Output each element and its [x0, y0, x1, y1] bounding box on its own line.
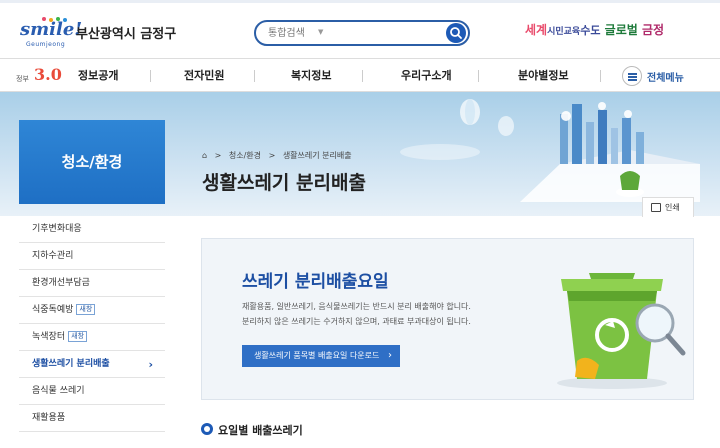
- top-bar: smile! Geumjeong 부산광역시 금정구 ▼ 세계시민교육수도 글로…: [0, 0, 720, 58]
- sidebar-item-label: 기후변화대응: [32, 224, 82, 234]
- print-label: 인쇄: [665, 203, 680, 212]
- description-line: 재활용품, 일반쓰레기, 음식물쓰레기는 반드시 분리 배출해야 합니다.: [242, 302, 471, 311]
- page-title: 생활쓰레기 분리배출: [202, 172, 366, 194]
- hamburger-icon: [622, 66, 642, 86]
- site-logo[interactable]: smile! Geumjeong 부산광역시 금정구: [20, 17, 200, 51]
- search-input[interactable]: [268, 25, 428, 41]
- nav-item-welfare[interactable]: 복지정보: [291, 67, 331, 83]
- sidebar-item-label: 생활쓰레기 분리배출: [32, 359, 110, 369]
- breadcrumb-item[interactable]: 청소/환경: [229, 151, 261, 160]
- info-box: 쓰레기 분리배출요일 재활용품, 일반쓰레기, 음식물쓰레기는 반드시 분리 배…: [201, 238, 694, 400]
- all-menu-label: 전체메뉴: [647, 73, 684, 84]
- sidebar-item-label: 음식물 쓰레기: [32, 386, 85, 396]
- info-box-title: 쓰레기 분리배출요일: [242, 272, 389, 292]
- search-button[interactable]: [446, 23, 466, 43]
- bullet-icon: [201, 423, 213, 435]
- gov30-prefix: 정부: [16, 75, 29, 83]
- nav-separator: [150, 70, 151, 82]
- sidebar-item-climate[interactable]: 기후변화대응: [19, 216, 165, 243]
- slogan-part: 글로벌: [604, 23, 638, 37]
- slogan-part: 시민교육: [547, 27, 581, 37]
- nav-separator: [478, 70, 479, 82]
- sidebar-item-label: 재활용품: [32, 413, 66, 423]
- home-icon[interactable]: ⌂: [202, 151, 207, 160]
- sidebar-item-food-waste[interactable]: 음식물 쓰레기: [19, 378, 165, 405]
- main-nav: 정부 3.0 정보공개 전자민원 복지정보 우리구소개 분야별정보 전체메뉴: [0, 58, 720, 92]
- nav-separator: [254, 70, 255, 82]
- sidebar-item-label: 식중독예방: [32, 305, 74, 315]
- sidebar-item-waste-separation[interactable]: 생활쓰레기 분리배출 ›: [19, 351, 165, 378]
- nav-separator: [600, 70, 601, 82]
- sidebar-item-groundwater[interactable]: 지하수관리: [19, 243, 165, 270]
- search-icon: [450, 27, 462, 39]
- breadcrumb: ⌂ > 청소/환경 > 생활쓰레기 분리배출: [202, 150, 357, 161]
- new-window-badge: 새창: [76, 304, 96, 315]
- sidebar-item-green-market[interactable]: 녹색장터 새창: [19, 324, 165, 351]
- sidebar-item-label: 환경개선부담금: [32, 278, 90, 288]
- sidebar-heading: 청소/환경: [19, 120, 165, 204]
- logo-text: 부산광역시 금정구: [76, 27, 177, 42]
- nav-item-about[interactable]: 우리구소개: [401, 67, 452, 83]
- description-line: 분리하지 않은 쓰레기는 수거하지 않으며, 과태료 부과대상이 됩니다.: [242, 317, 471, 326]
- recycle-bin-illustration: [557, 273, 686, 389]
- search-dropdown-icon[interactable]: ▼: [318, 28, 323, 36]
- nav-separator: [362, 70, 363, 82]
- sidebar-menu: 기후변화대응 지하수관리 환경개선부담금 식중독예방 새창 녹색장터 새창 생활쓰레…: [19, 216, 165, 448]
- slogan-part: 금정: [641, 23, 665, 37]
- download-button[interactable]: 생활쓰레기 품목별 배출요일 다운로드 ›: [242, 345, 400, 367]
- breadcrumb-item[interactable]: 생활쓰레기 분리배출: [283, 151, 352, 160]
- printer-icon: [651, 203, 661, 212]
- breadcrumb-separator: >: [214, 151, 222, 160]
- section-heading-text: 요일별 배출쓰레기: [218, 424, 303, 437]
- logo-script: smile!: [20, 19, 83, 40]
- sidebar-item-food-poisoning[interactable]: 식중독예방 새창: [19, 297, 165, 324]
- gov30-badge: 정부 3.0: [16, 65, 76, 87]
- slogan-part: 수도: [580, 24, 601, 37]
- logo-subtitle: Geumjeong: [26, 41, 66, 48]
- gov30-number: 3.0: [34, 65, 62, 84]
- nav-item-civil[interactable]: 전자민원: [184, 67, 224, 83]
- sidebar-heading-text: 청소/환경: [61, 153, 123, 171]
- sidebar-item-recyclables[interactable]: 재활용품: [19, 405, 165, 432]
- nav-item-info[interactable]: 정보공개: [78, 67, 118, 83]
- slogan: 세계시민교육수도 글로벌 금정: [525, 21, 664, 38]
- download-button-label: 생활쓰레기 품목별 배출요일 다운로드: [254, 351, 380, 360]
- search-box: ▼: [254, 20, 470, 46]
- nav-item-fields[interactable]: 분야별정보: [518, 67, 569, 83]
- sidebar-item-environment-charge[interactable]: 환경개선부담금: [19, 270, 165, 297]
- sidebar-item-label: 지하수관리: [32, 251, 74, 261]
- slogan-part: 세계: [525, 23, 548, 37]
- new-window-badge: 새창: [68, 331, 88, 342]
- chevron-right-icon: ›: [388, 350, 392, 361]
- info-box-description: 재활용품, 일반쓰레기, 음식물쓰레기는 반드시 분리 배출해야 합니다. 분리…: [242, 299, 471, 329]
- breadcrumb-separator: >: [268, 151, 276, 160]
- print-button[interactable]: 인쇄: [642, 197, 694, 217]
- chevron-right-icon: ›: [148, 358, 153, 371]
- sidebar-item-label: 녹색장터: [32, 332, 66, 342]
